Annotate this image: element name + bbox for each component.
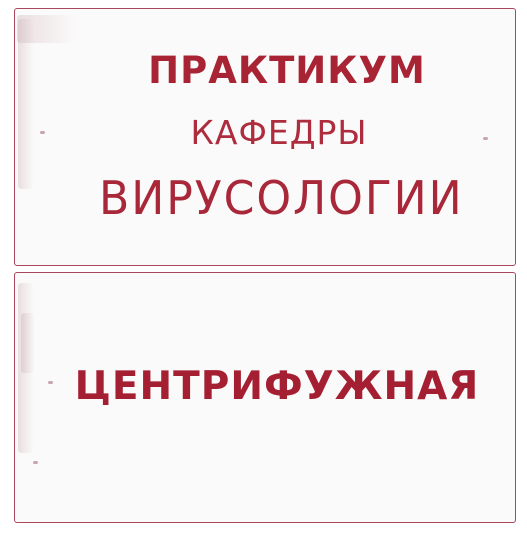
sign-line-virology: ВИРУСОЛОГИИ — [99, 171, 464, 225]
speck — [33, 461, 38, 464]
sign-centrifuge-room: ЦЕНТРИФУЖНАЯ — [14, 272, 516, 523]
sign-virology-practicum: ПРАКТИКУМ КАФЕДРЫ ВИРУСОЛОГИИ — [14, 8, 516, 266]
sign-line-department: КАФЕДРЫ — [190, 113, 368, 152]
sign-line-centrifuge: ЦЕНТРИФУЖНАЯ — [74, 364, 480, 409]
photo-page: ПРАКТИКУМ КАФЕДРЫ ВИРУСОЛОГИИ ЦЕНТРИФУЖН… — [0, 0, 527, 536]
wear-mark — [18, 19, 34, 189]
sign-line-practicum: ПРАКТИКУМ — [148, 49, 426, 92]
